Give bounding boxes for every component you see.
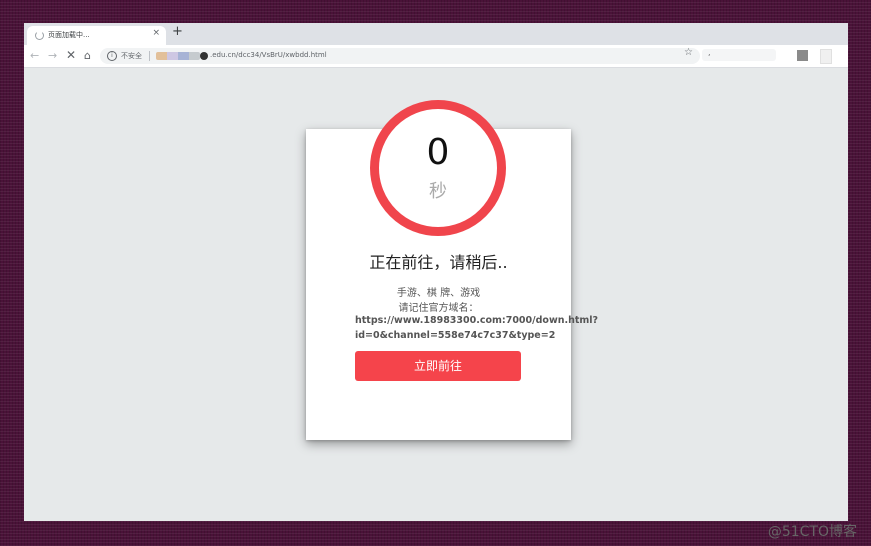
profile-text: ,	[708, 48, 711, 57]
info-icon[interactable]: i	[107, 51, 117, 61]
countdown-unit: 秒	[429, 181, 447, 202]
omnibox-divider	[149, 51, 150, 61]
tab-title: 页面加载中...	[48, 31, 90, 39]
loading-spinner-icon	[35, 31, 44, 40]
tab-loading[interactable]: 页面加载中... ×	[27, 26, 166, 45]
security-label[interactable]: 不安全	[121, 51, 142, 61]
official-domain-link[interactable]: https://www.18983300.com:7000/down.html?	[355, 315, 598, 326]
bookmark-star-icon[interactable]: ☆	[684, 47, 693, 59]
domain-reminder: 请记住官方域名：	[398, 303, 479, 314]
page-content: 正在前往，请稍后.. 手游、棋 牌、游戏 请记住官方域名： https://ww…	[24, 68, 848, 521]
address-bar[interactable]: i 不安全 .edu.cn/dcc34/VsBrU/xwbdd.html	[100, 48, 700, 64]
back-arrow-icon[interactable]: ←	[30, 49, 39, 62]
redirect-description: 手游、棋 牌、游戏	[396, 288, 481, 299]
official-domain-link-params[interactable]: id=0&channel=558e74c7c37&type=2	[355, 330, 555, 341]
new-tab-button[interactable]: +	[172, 25, 183, 39]
tab-bar: 页面加载中... × +	[24, 23, 848, 45]
url-text[interactable]: .edu.cn/dcc34/VsBrU/xwbdd.html	[210, 51, 327, 59]
redacted-profile: ,	[702, 48, 776, 61]
countdown-value: 0	[426, 132, 450, 173]
tab-close-icon[interactable]: ×	[152, 28, 160, 38]
redirect-heading: 正在前往，请稍后..	[369, 253, 508, 272]
stop-loading-icon[interactable]: ✕	[66, 49, 76, 62]
browser-window: 页面加载中... × + ← → ✕ ⌂ i 不安全 .edu.cn/dcc34…	[24, 23, 848, 521]
extension-icon[interactable]	[797, 50, 808, 61]
home-icon[interactable]: ⌂	[84, 49, 91, 62]
go-now-button[interactable]: 立即前往	[355, 351, 521, 381]
forward-arrow-icon[interactable]: →	[48, 49, 57, 62]
redacted-domain	[156, 52, 200, 60]
watermark: @51CTO博客	[767, 524, 857, 540]
document-icon[interactable]	[820, 49, 832, 64]
redacted-domain-dot	[200, 52, 208, 60]
countdown-ring: 0 秒	[370, 100, 506, 236]
